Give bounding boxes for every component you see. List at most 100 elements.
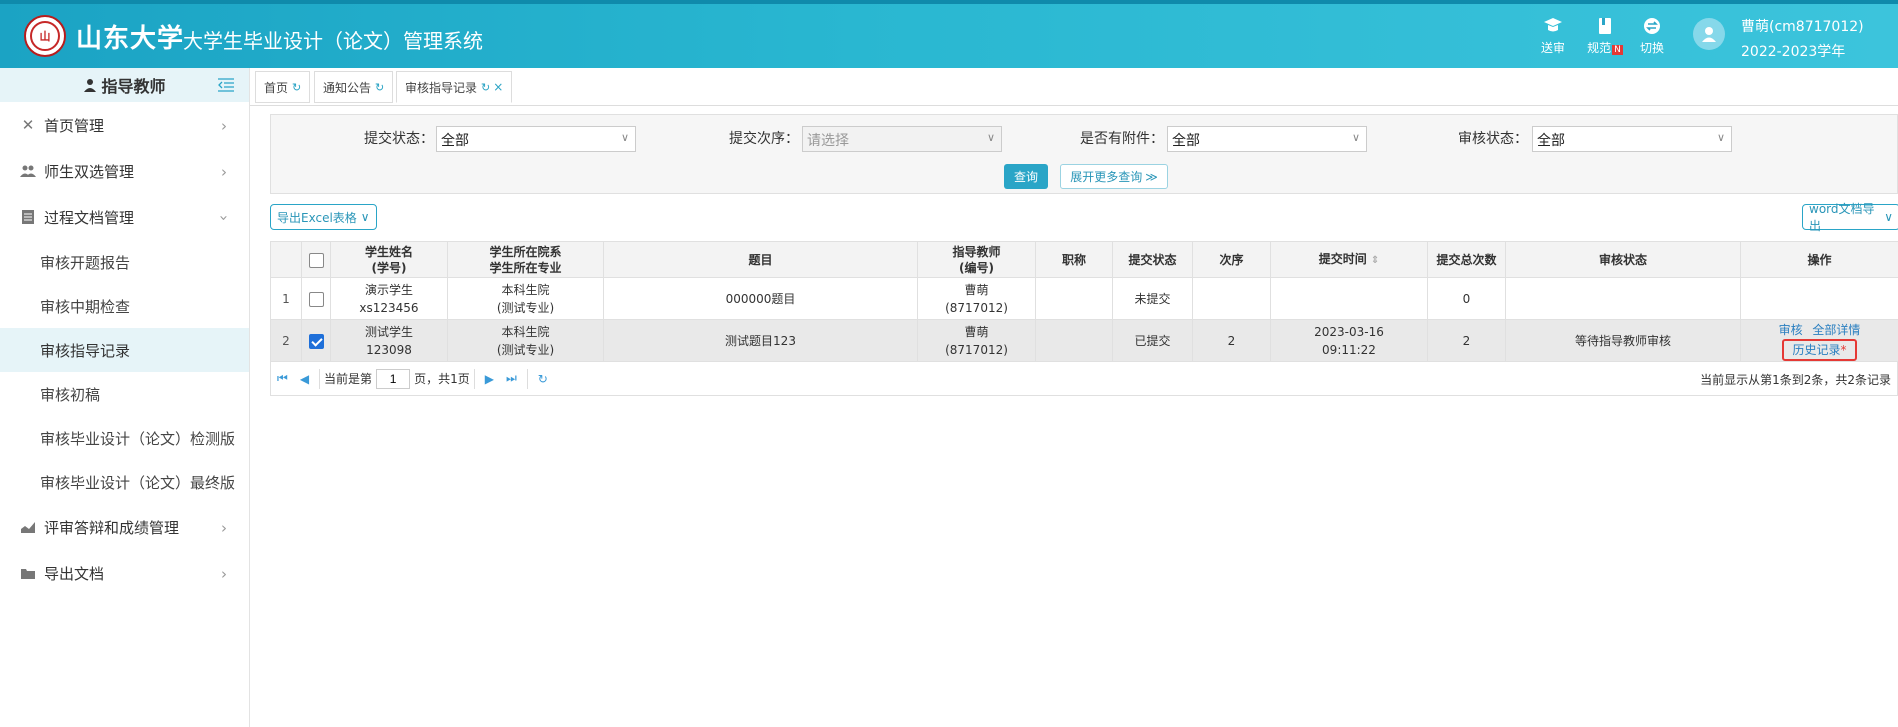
sidebar-item-defense-grades[interactable]: 评审答辩和成绩管理 › [0, 504, 249, 550]
refresh-icon[interactable]: ↻ [481, 81, 490, 94]
next-page-icon[interactable]: ▶ [485, 372, 494, 386]
topic-cell: 测试题目123 [603, 319, 918, 362]
tab-notices[interactable]: 通知公告 ↻ [314, 71, 394, 103]
sort-icon[interactable]: ⇕ [1371, 255, 1379, 266]
header-teacher-sub: (编号) [959, 260, 994, 275]
teacher-id: (8717012) [945, 342, 1008, 357]
first-page-icon[interactable]: ⏮ [277, 371, 288, 386]
submit-count-cell: 0 [1427, 277, 1506, 320]
switch-button[interactable]: 切换 [1632, 16, 1672, 56]
asterisk-mark: * [1840, 342, 1847, 357]
refresh-icon[interactable]: ↻ [292, 81, 301, 94]
dept-name: 本科生院 [501, 282, 550, 297]
chevron-right-icon: › [221, 163, 227, 181]
sidebar-item-label: 师生双选管理 [44, 162, 135, 181]
submit-status-value: 全部 [441, 133, 469, 149]
review-status-cell: 等待指导教师审核 [1505, 319, 1741, 362]
export-excel-label: 导出Excel表格 [277, 210, 357, 225]
row-select-cell[interactable] [301, 319, 331, 362]
teacher-cell: 曹萌 (8717012) [917, 319, 1036, 362]
export-excel-button[interactable]: 导出Excel表格 ∨ [270, 204, 377, 230]
sidebar-item-export-docs[interactable]: 导出文档 › [0, 550, 249, 596]
query-button[interactable]: 查询 [1004, 164, 1048, 189]
chevron-down-icon: ∨ [360, 210, 370, 224]
prev-page-icon[interactable]: ◀ [300, 372, 309, 386]
title-cell [1035, 319, 1113, 362]
sidebar-item-home[interactable]: ✕ 首页管理 › [0, 102, 249, 148]
dept-cell: 本科生院 (测试专业) [447, 277, 604, 320]
student-id: 123098 [366, 342, 412, 357]
attachment-select[interactable]: 全部 ∨ [1167, 126, 1367, 152]
document-icon [20, 209, 36, 225]
table-row[interactable]: 2 测试学生 123098 本科生院 (测试专业) 测试题目123 曹萌 (87170… [270, 319, 1898, 362]
sidebar-sub-proposal[interactable]: 审核开题报告 [0, 240, 249, 284]
sidebar-item-label: 导出文档 [44, 564, 105, 583]
submit-order-select[interactable]: 请选择 ∨ [802, 126, 1002, 152]
refresh-icon[interactable]: ↻ [375, 81, 384, 94]
export-word-button[interactable]: word文档导出 ∨ [1802, 202, 1898, 233]
university-logo: 山 [24, 15, 66, 57]
school-year: 2022-2023学年 [1741, 44, 1846, 60]
header-title: 职称 [1035, 241, 1113, 278]
user-avatar[interactable] [1693, 18, 1725, 50]
row-select-cell[interactable] [301, 277, 331, 320]
review-link[interactable]: 审核 [1779, 323, 1803, 337]
student-name: 演示学生 [364, 282, 413, 297]
tab-guidance-records[interactable]: 审核指导记录 ↻ × [396, 71, 513, 103]
row-checkbox[interactable] [308, 291, 324, 307]
last-page-icon[interactable]: ⏭ [506, 371, 517, 386]
chevron-down-icon: › [215, 215, 233, 221]
order-cell [1192, 277, 1271, 320]
sidebar-sub-midterm[interactable]: 审核中期检查 [0, 284, 249, 328]
collapse-menu-icon[interactable] [217, 77, 235, 93]
sidebar-item-process-docs[interactable]: 过程文档管理 › [0, 194, 249, 240]
app-header: 山 山东大学 大学生毕业设计（论文）管理系统 送审 规范 N 切换 曹萌(cm87… [0, 0, 1898, 68]
double-chevron-down-icon: ≫ [1145, 169, 1158, 184]
major-name: (测试专业) [496, 300, 555, 315]
student-name: 测试学生 [364, 324, 413, 339]
sidebar-sub-guidance-records[interactable]: 审核指导记录 [0, 328, 249, 372]
header-dept-label: 学生所在院系 [489, 244, 562, 259]
page-number-input[interactable] [376, 368, 411, 389]
major-name: (测试专业) [496, 342, 555, 357]
chevron-right-icon: › [221, 117, 227, 135]
submit-review-button[interactable]: 送审 [1533, 16, 1573, 56]
sidebar-item-label: 首页管理 [44, 116, 105, 135]
header-submit-time[interactable]: 提交时间 ⇕ [1270, 241, 1428, 278]
history-link[interactable]: 历史记录 [1792, 343, 1840, 357]
close-icon[interactable]: × [493, 80, 503, 94]
title-cell [1035, 277, 1113, 320]
header-submit-count: 提交总次数 [1427, 241, 1506, 278]
guidelines-button[interactable]: 规范 N [1585, 16, 1625, 56]
sidebar-item-mutual-select[interactable]: 师生双选管理 › [0, 148, 249, 194]
tab-home[interactable]: 首页 ↻ [255, 71, 311, 103]
select-all-checkbox[interactable] [308, 252, 324, 268]
header-student: 学生姓名 (学号) [330, 241, 448, 278]
sidebar-sub-first-draft[interactable]: 审核初稿 [0, 372, 249, 416]
header-select-all[interactable] [301, 241, 331, 278]
ops-cell: 审核 全部详情 历史记录* [1740, 319, 1898, 362]
refresh-icon[interactable]: ↻ [538, 372, 548, 386]
header-review-status: 审核状态 [1505, 241, 1741, 278]
sidebar-sub-check-version[interactable]: 审核毕业设计（论文）检测版 [0, 416, 249, 460]
expand-more-query-button[interactable]: 展开更多查询 ≫ [1060, 164, 1168, 189]
submit-time-cell [1270, 277, 1428, 320]
pager-divider [319, 368, 321, 389]
table-row[interactable]: 1 演示学生 xs123456 本科生院 (测试专业) 000000题目 曹萌 (87… [270, 277, 1898, 320]
submit-status-select[interactable]: 全部 ∨ [436, 126, 636, 152]
submit-date: 2023-03-16 [1314, 324, 1384, 339]
submit-count-cell: 2 [1427, 319, 1506, 362]
ops-cell [1740, 277, 1898, 320]
all-details-link[interactable]: 全部详情 [1812, 323, 1860, 337]
chevron-down-icon: ∨ [1884, 210, 1893, 224]
sidebar-sub-final-version[interactable]: 审核毕业设计（论文）最终版 [0, 460, 249, 504]
row-checkbox[interactable] [308, 333, 324, 349]
review-status-cell [1505, 277, 1741, 320]
chevron-right-icon: › [221, 519, 227, 537]
topic-cell: 000000题目 [603, 277, 918, 320]
header-topic: 题目 [603, 241, 918, 278]
header-topline [0, 0, 1898, 4]
submit-time-cell: 2023-03-16 09:11:22 [1270, 319, 1428, 362]
review-status-select[interactable]: 全部 ∨ [1532, 126, 1732, 152]
student-cell: 测试学生 123098 [330, 319, 448, 362]
